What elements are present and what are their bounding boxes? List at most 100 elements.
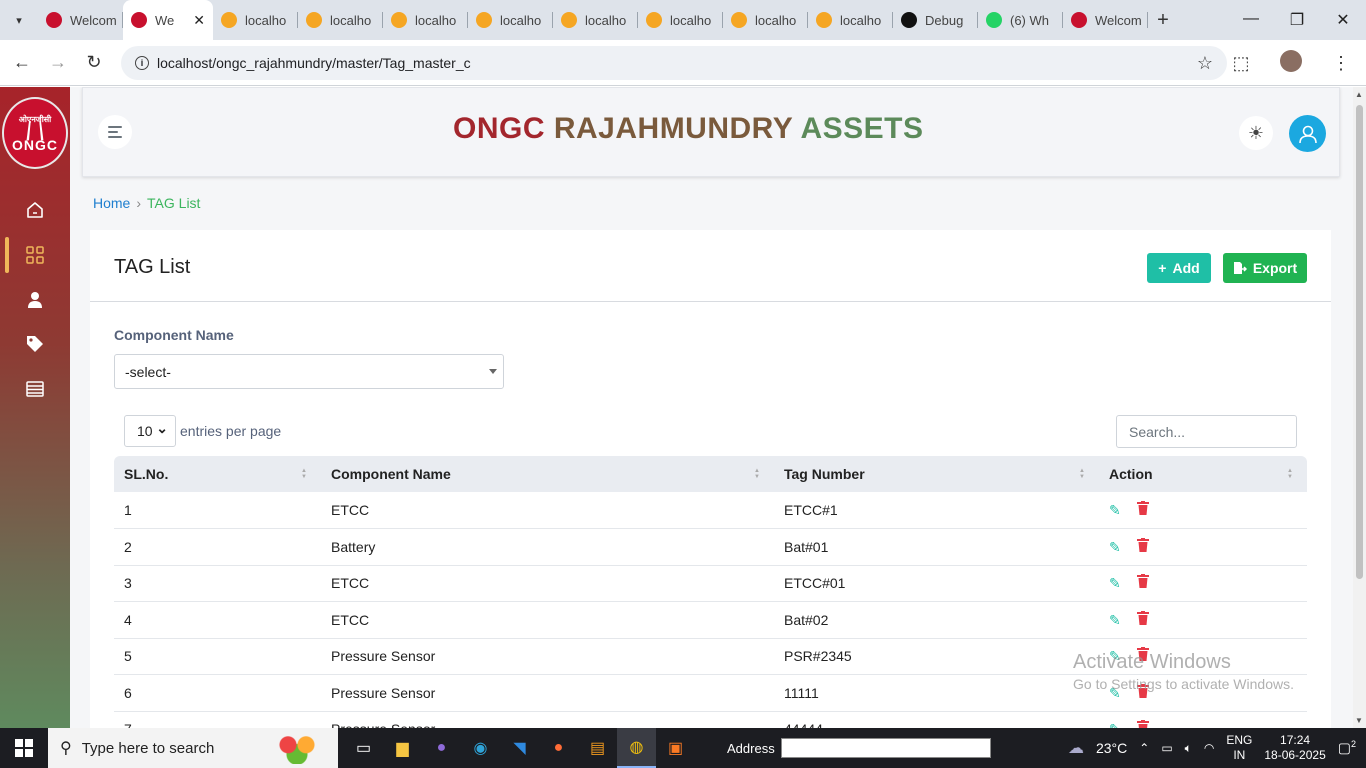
maximize-icon[interactable]: ❐ [1274,10,1320,30]
bookmark-star-icon[interactable]: ☆ [1197,53,1213,74]
edit-icon[interactable]: ✎ [1109,575,1123,592]
delete-icon[interactable] [1137,574,1149,589]
site-info-icon[interactable]: i [135,56,149,70]
windows-start-button[interactable] [0,739,48,757]
browser-toolbar: ← → ↻ i localhost/ongc_rajahmundry/maste… [0,40,1366,86]
chrome-icon[interactable]: ◍ [617,728,656,768]
delete-icon[interactable] [1137,537,1149,552]
sidebar-item-users[interactable] [0,278,70,322]
component-name-label: Component Name [114,327,234,343]
list-icon [26,381,44,397]
reload-icon[interactable]: ↻ [76,52,112,73]
address-bar[interactable]: i localhost/ongc_rajahmundry/master/Tag_… [121,46,1227,80]
vscode-icon[interactable]: ◥ [500,728,539,768]
sidebar-item-dashboard[interactable] [0,233,70,277]
github-desktop-icon[interactable]: ● [422,728,461,768]
scroll-up-icon[interactable]: ▲ [1355,90,1363,99]
ongc-logo[interactable]: ओएनजीसी ONGC [2,97,68,169]
wifi-icon[interactable]: ◠ [1204,741,1214,755]
sidebar-item-home[interactable] [0,188,70,232]
browser-tab[interactable]: Welcom [38,0,123,40]
entries-per-page-select[interactable]: 10 [124,415,176,447]
header-sl-no[interactable]: SL.No. ▲ ▼ [114,456,321,492]
postman-icon[interactable]: ● [539,728,578,768]
forward-icon[interactable]: → [40,52,76,73]
language-indicator[interactable]: ENG IN [1226,733,1252,763]
scrollbar-thumb[interactable] [1356,105,1363,579]
browser-tab[interactable]: localho [553,0,638,40]
profile-avatar[interactable] [1266,49,1316,77]
clock[interactable]: 17:24 18-06-2025 [1264,733,1325,763]
edit-icon[interactable]: ✎ [1109,539,1123,556]
browser-tab[interactable]: localho [468,0,553,40]
browser-tab[interactable]: localho [723,0,808,40]
caret-down-icon [489,369,497,374]
export-button[interactable]: Export [1223,253,1307,283]
tab-search-icon[interactable]: ▾ [0,0,38,40]
tray-chevron-icon[interactable]: ⌃ [1139,741,1149,755]
browser-menu-icon[interactable]: ⋮ [1316,53,1366,74]
sidebar-item-list[interactable] [0,367,70,411]
derrick-icon [26,120,44,141]
sort-icon: ▲ ▼ [301,468,307,480]
table-row: 3 ETCC ETCC#01 ✎ [114,565,1307,602]
menu-toggle-icon[interactable] [98,115,132,149]
region: IN [1233,748,1246,762]
component-name-select[interactable]: -select- [114,354,504,389]
system-tray: ☁ 23°C ⌃ ▭ 🔈︎ ◠ ENG IN 17:24 18-06-2025 … [1068,728,1366,768]
browser-tab[interactable]: We ✕ [123,0,213,40]
edit-icon[interactable]: ✎ [1109,502,1123,519]
edit-icon[interactable]: ✎ [1109,721,1123,728]
add-button-label: Add [1172,260,1200,276]
header-action[interactable]: Action ▲ ▼ [1099,456,1307,492]
cell-tag: 11111 [774,674,1099,712]
fruit-basket-icon [270,732,330,764]
address-input[interactable] [780,738,991,758]
notification-icon[interactable]: ▢2 [1338,739,1356,757]
scroll-down-icon[interactable]: ▼ [1355,716,1363,725]
back-icon[interactable]: ← [4,52,40,73]
header-action-label: Action [1109,466,1153,482]
browser-tab[interactable]: localho [638,0,723,40]
new-tab-icon[interactable]: + [1148,9,1178,32]
breadcrumb-home-link[interactable]: Home [93,195,130,211]
delete-icon[interactable] [1137,610,1149,625]
xampp-icon[interactable]: ▣ [656,728,695,768]
close-window-icon[interactable]: ✕ [1320,10,1366,30]
brand-part1: ONGC [453,112,545,145]
volume-icon[interactable]: 🔈︎ [1185,741,1192,756]
edge-icon[interactable]: ◉ [461,728,500,768]
header-tag-number[interactable]: Tag Number ▲ ▼ [774,456,1099,492]
theme-toggle-sun-icon[interactable]: ☀ [1239,116,1273,150]
close-tab-icon[interactable]: ✕ [193,12,205,29]
delete-icon[interactable] [1137,720,1149,728]
add-button[interactable]: + Add [1147,253,1211,283]
delete-icon[interactable] [1137,501,1149,515]
battery-icon[interactable]: ▭ [1161,741,1172,755]
taskbar-search[interactable]: ⚲ Type here to search [48,728,338,768]
sort-icon: ▲ ▼ [1079,468,1085,480]
taskbar-apps: ▭ ▆ ● ◉ ◥ ● ▤ ◍ ▣ [344,728,695,768]
browser-tab[interactable]: Debug [893,0,978,40]
extensions-icon[interactable]: ⬚ [1216,53,1266,74]
browser-tab[interactable]: Welcom [1063,0,1148,40]
pma-icon [391,12,407,28]
minimize-icon[interactable]: — [1228,10,1274,30]
sublime-text-icon[interactable]: ▤ [578,728,617,768]
cell-sl: 2 [114,528,321,566]
page-scrollbar[interactable]: ▲ ▼ [1353,87,1366,728]
browser-tab[interactable]: localho [213,0,298,40]
edit-icon[interactable]: ✎ [1109,612,1123,629]
browser-tab[interactable]: localho [298,0,383,40]
sidebar-item-tags[interactable] [0,322,70,366]
table-search-input[interactable]: Search... [1116,415,1297,448]
user-profile-button[interactable] [1289,115,1326,152]
file-explorer-icon[interactable]: ▆ [383,728,422,768]
task-view-icon[interactable]: ▭ [344,728,383,768]
browser-tab[interactable]: localho [808,0,893,40]
browser-tab[interactable]: (6) Wh [978,0,1063,40]
browser-tab[interactable]: localho [383,0,468,40]
weather-cloud-icon[interactable]: ☁ [1068,738,1084,758]
component-select-value: -select- [125,363,171,380]
header-component-name[interactable]: Component Name ▲ ▼ [321,456,774,492]
